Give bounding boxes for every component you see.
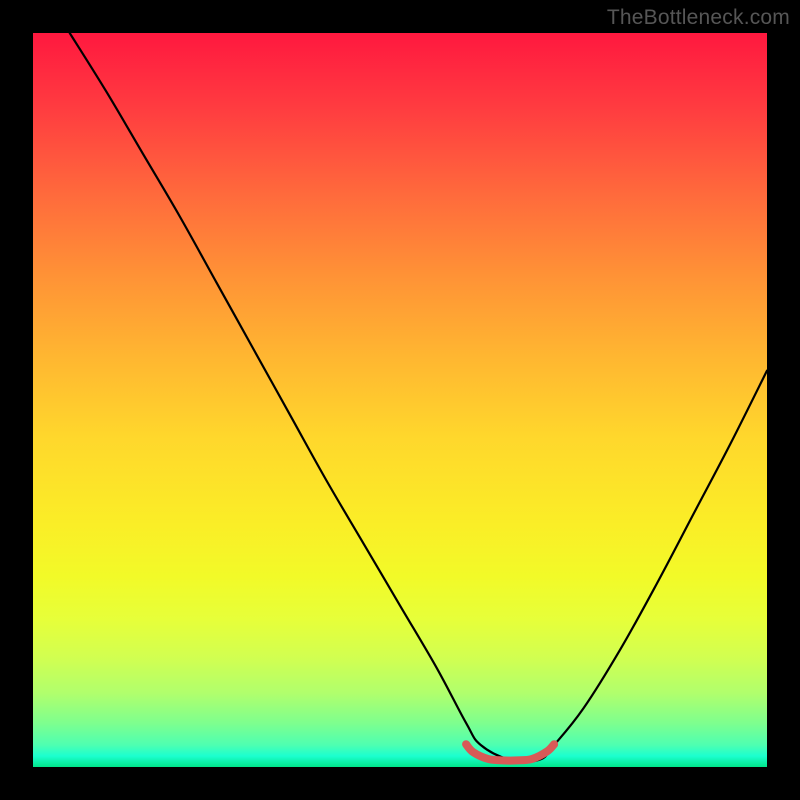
highlighted-minimum	[466, 744, 554, 760]
chart-container: TheBottleneck.com	[0, 0, 800, 800]
bottleneck-curve	[70, 33, 767, 762]
plot-area	[33, 33, 767, 767]
curve-svg	[33, 33, 767, 767]
watermark-text: TheBottleneck.com	[607, 6, 790, 30]
